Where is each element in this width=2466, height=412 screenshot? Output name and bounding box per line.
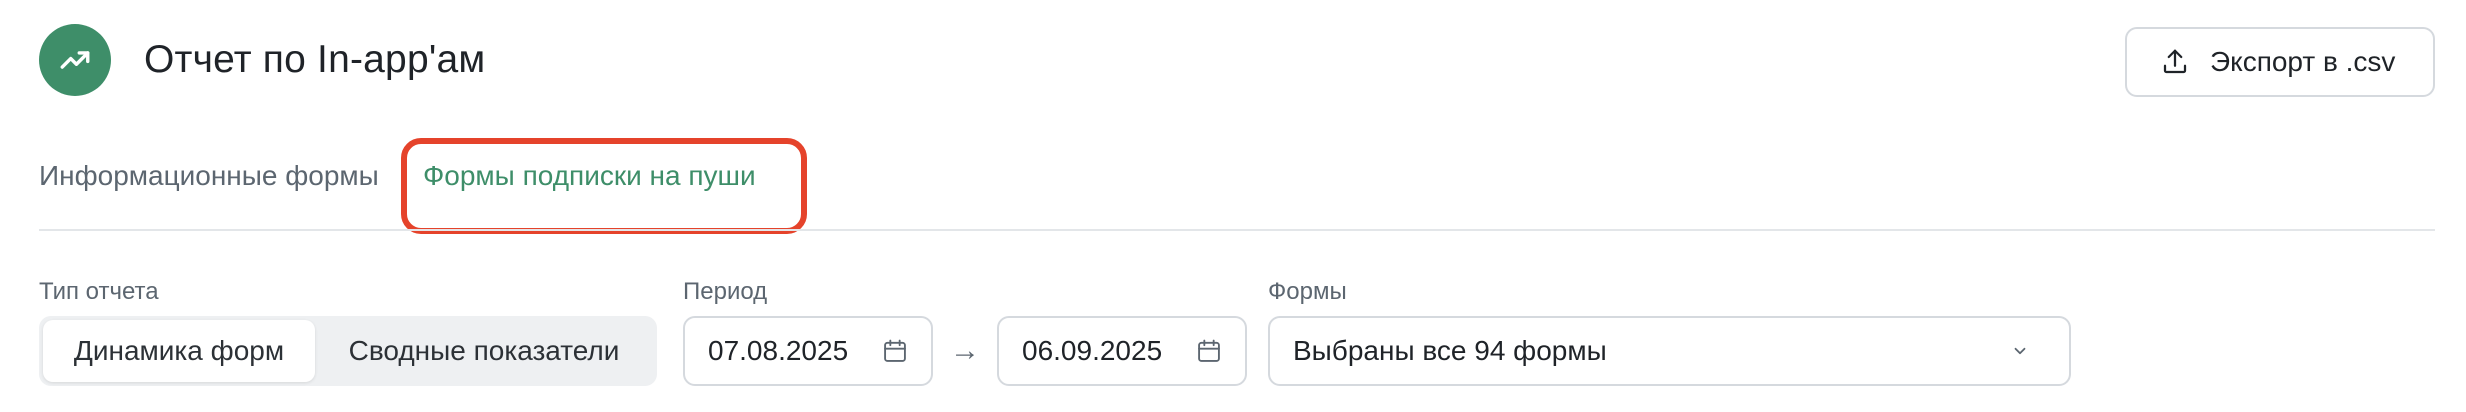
calendar-icon (884, 339, 906, 362)
period-from-value: 07.08.2025 (708, 335, 849, 366)
report-type-option-summary[interactable]: Сводные показатели (315, 320, 653, 382)
forms-label: Формы (1268, 278, 1347, 305)
export-label: Экспорт в .csv (2210, 46, 2396, 77)
forms-select-value: Выбраны все 94 формы (1293, 335, 1607, 366)
trending-up-icon (60, 51, 90, 69)
page-title: Отчет по In-app'ам (144, 38, 486, 81)
report-type-option-dynamics[interactable]: Динамика форм (43, 320, 315, 382)
tab-information-forms[interactable]: Информационные формы (39, 156, 379, 196)
tabs-divider (39, 229, 2435, 231)
period-arrow-separator: → (950, 334, 980, 367)
calendar-icon (1198, 339, 1220, 362)
report-type-toggle: Динамика форм Сводные показатели (39, 316, 657, 386)
period-label: Период (683, 278, 768, 305)
tab-highlight-annotation (401, 138, 807, 234)
period-to-value: 06.09.2025 (1022, 335, 1163, 366)
chevron-down-icon (2014, 347, 2026, 355)
period-to-input[interactable]: 06.09.2025 (997, 316, 1247, 386)
report-type-label: Тип отчета (39, 278, 159, 305)
period-from-input[interactable]: 07.08.2025 (683, 316, 933, 386)
export-csv-button[interactable]: Экспорт в .csv (2125, 27, 2435, 97)
forms-select[interactable]: Выбраны все 94 формы (1268, 316, 2071, 386)
upload-icon (2163, 49, 2187, 74)
report-logo (39, 24, 111, 96)
